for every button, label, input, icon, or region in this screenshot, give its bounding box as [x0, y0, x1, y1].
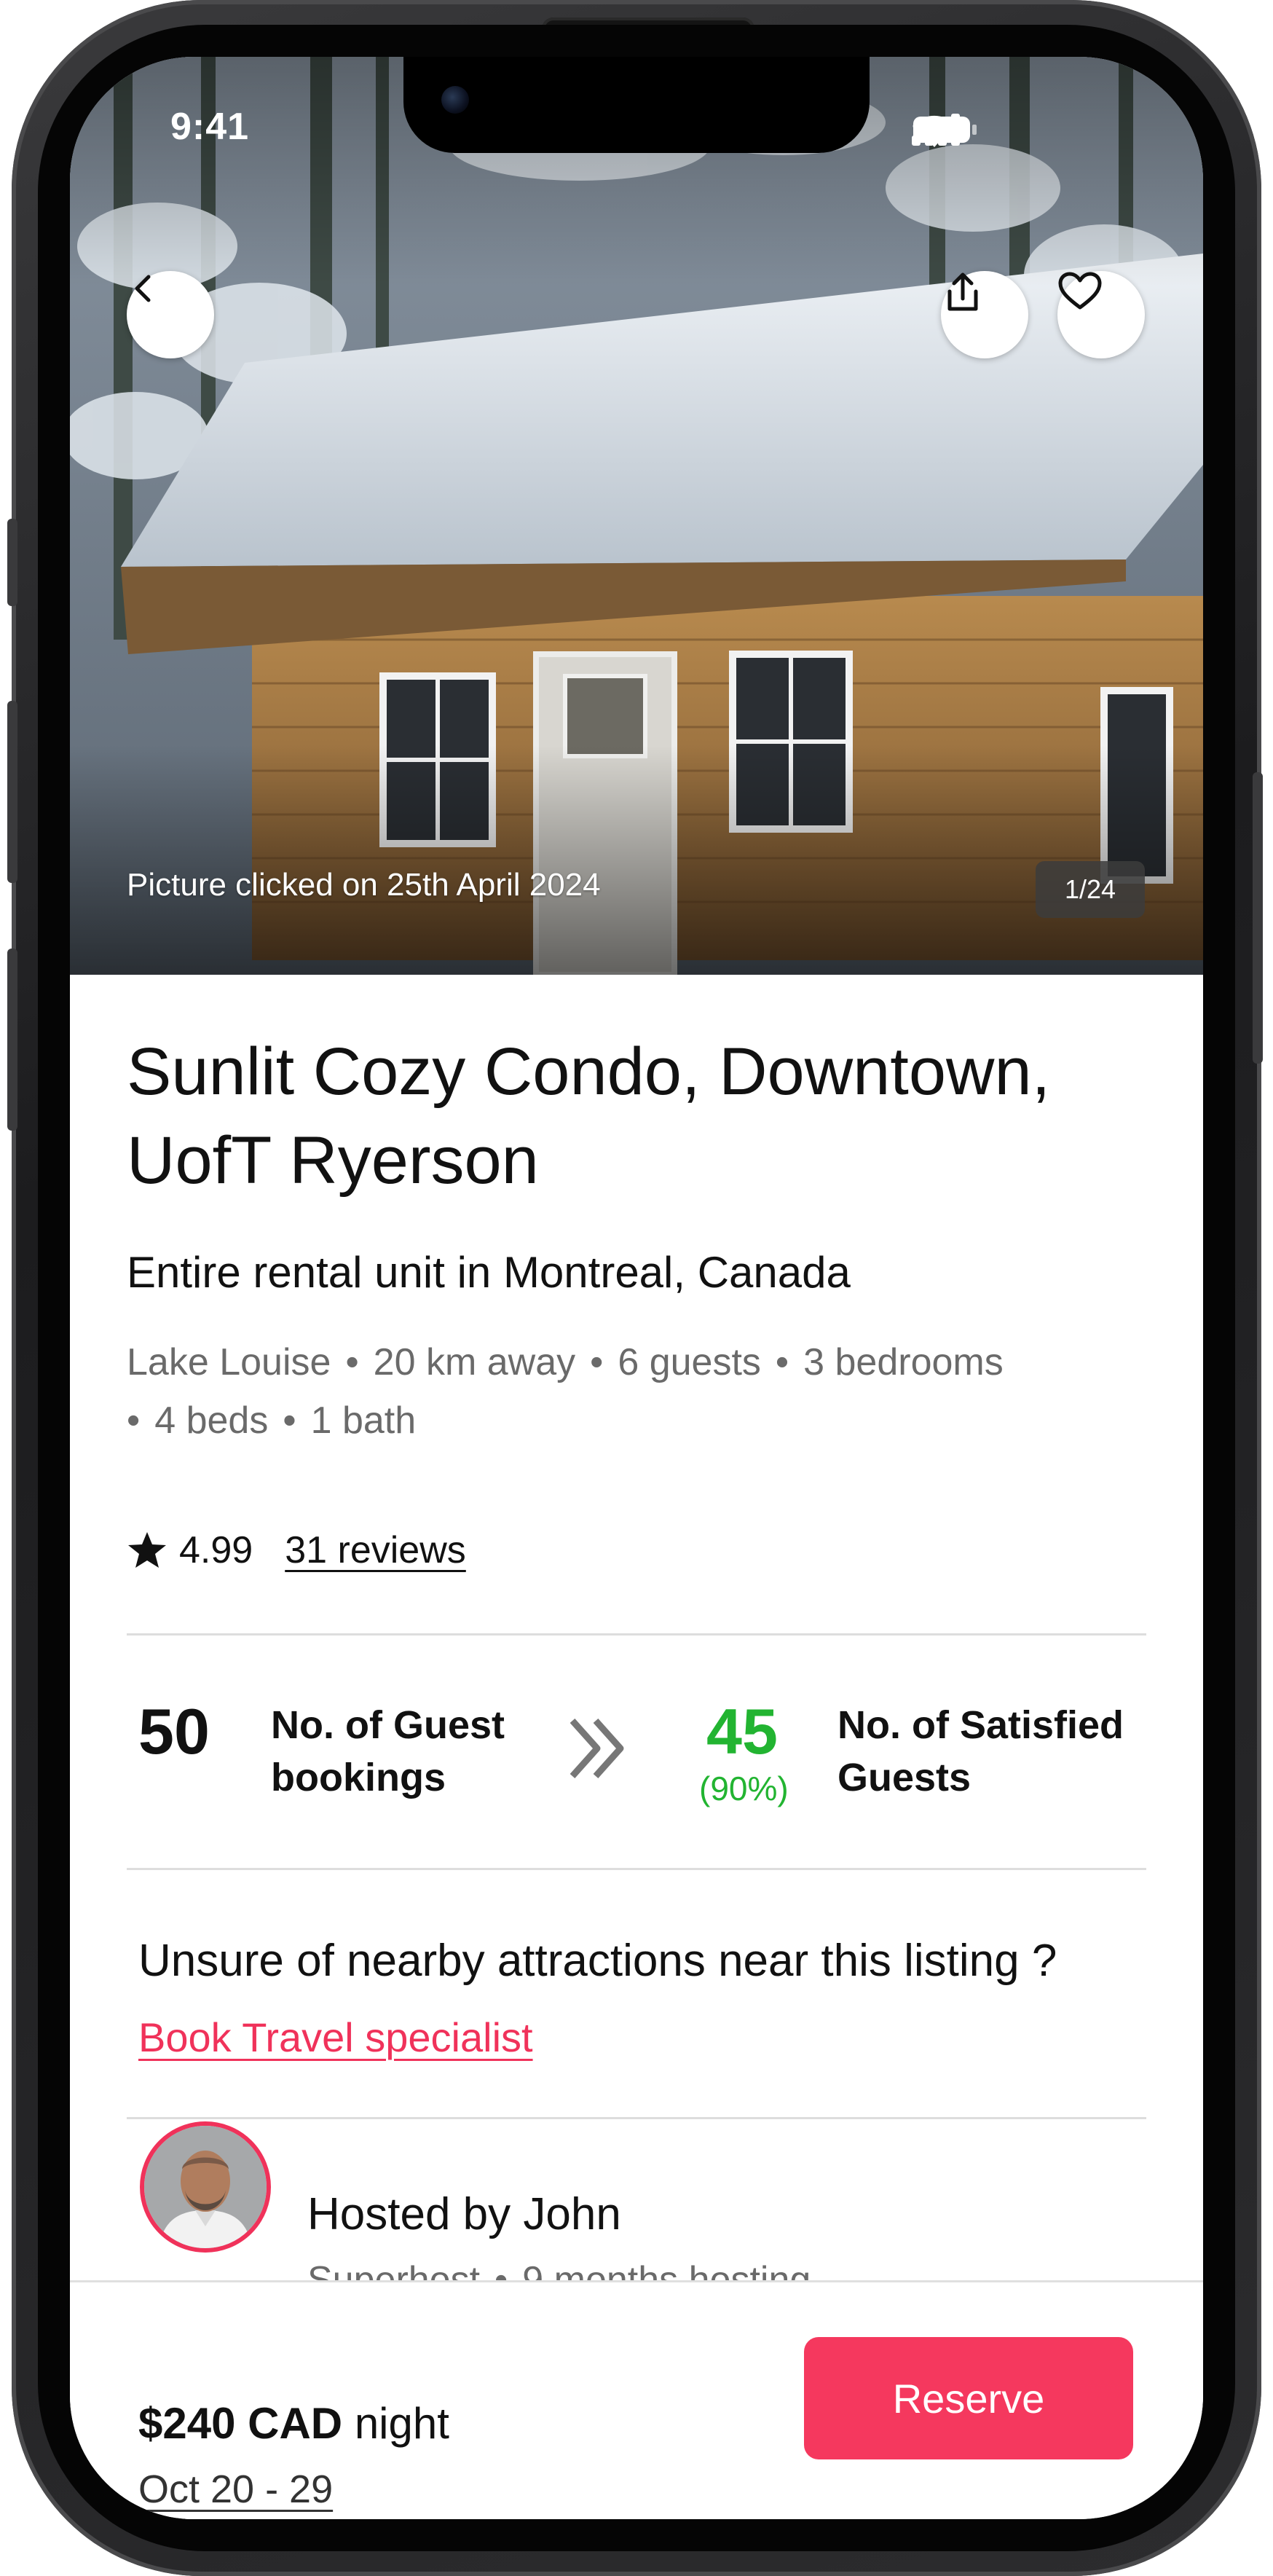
attractions-question: Unsure of nearby attractions near this l… — [138, 1936, 1057, 1986]
guest-bookings-label: No. of Guest bookings — [271, 1699, 505, 1804]
divider — [127, 1633, 1146, 1635]
distance-text: 20 km away — [373, 1341, 576, 1383]
action-button — [7, 519, 17, 606]
separator-dot: • — [127, 1399, 141, 1442]
book-travel-specialist-link[interactable]: Book Travel specialist — [138, 2014, 533, 2061]
rating-row: 4.99 31 reviews — [127, 1521, 466, 1579]
stay-dates-link[interactable]: Oct 20 - 29 — [138, 2467, 333, 2512]
cabin-photo-illustration — [70, 57, 1203, 975]
satisfied-guests-count: 45 — [706, 1695, 778, 1767]
rating-value: 4.99 — [179, 1529, 253, 1571]
guests-text: 6 guests — [618, 1341, 761, 1383]
chevron-left-icon — [135, 275, 151, 302]
reserve-button[interactable]: Reserve — [804, 2337, 1133, 2459]
back-button[interactable] — [127, 271, 214, 358]
guest-bookings-label-line2: bookings — [271, 1756, 446, 1799]
price-amount: $240 CAD — [138, 2399, 343, 2448]
photo-counter-badge: 1/24 — [1036, 861, 1145, 918]
price-text: $240 CAD night — [138, 2398, 449, 2449]
power-button — [1253, 772, 1263, 1064]
baths-text: 1 bath — [310, 1399, 417, 1442]
location-text: Lake Louise — [127, 1341, 331, 1383]
front-camera — [441, 86, 469, 114]
double-chevron-right-icon — [570, 1718, 624, 1779]
host-name: Hosted by John — [307, 2189, 621, 2239]
satisfied-guests-percent: (90%) — [699, 1770, 789, 1807]
share-button[interactable] — [941, 271, 1028, 358]
app-screen: 9:41 Picture clicked on 25th April 2024 … — [70, 57, 1203, 2519]
separator-dot: • — [283, 1399, 296, 1442]
satisfied-guests-label-line1: No. of Satisfied — [838, 1703, 1124, 1747]
satisfied-guests-label: No. of Satisfied Guests — [838, 1699, 1124, 1804]
separator-dot: • — [775, 1341, 789, 1383]
host-portrait — [144, 2126, 267, 2248]
reviews-link[interactable]: 31 reviews — [285, 1528, 466, 1572]
price-unit: night — [354, 2399, 449, 2448]
beds-text: 4 beds — [154, 1399, 269, 1442]
photo-caption: Picture clicked on 25th April 2024 — [127, 867, 601, 903]
dynamic-island — [403, 57, 870, 153]
divider — [127, 2117, 1146, 2119]
host-avatar[interactable] — [140, 2121, 271, 2253]
listing-subtitle: Entire rental unit in Montreal, Canada — [127, 1248, 851, 1297]
separator-dot: • — [345, 1341, 359, 1383]
save-favorite-button[interactable] — [1057, 271, 1145, 358]
share-icon — [947, 272, 978, 311]
battery-icon — [913, 117, 977, 143]
listing-details: Lake Louise • 20 km away • 6 guests • 3 bedroo… — [127, 1333, 1168, 1450]
separator-dot: • — [590, 1341, 604, 1383]
volume-down-button — [7, 949, 17, 1131]
guest-bookings-label-line1: No. of Guest — [271, 1703, 505, 1747]
heart-icon — [1058, 272, 1102, 310]
listing-title: Sunlit Cozy Condo, Downtown, UofT Ryerso… — [127, 1034, 1051, 1198]
satisfied-guests-label-line2: Guests — [838, 1756, 972, 1799]
bedrooms-text: 3 bedrooms — [803, 1341, 1004, 1383]
status-time: 9:41 — [170, 106, 250, 148]
divider — [127, 1868, 1146, 1870]
guest-bookings-count: 50 — [138, 1695, 210, 1767]
listing-photo[interactable]: 9:41 Picture clicked on 25th April 2024 … — [70, 57, 1203, 975]
star-icon — [128, 1532, 166, 1568]
volume-up-button — [7, 701, 17, 883]
